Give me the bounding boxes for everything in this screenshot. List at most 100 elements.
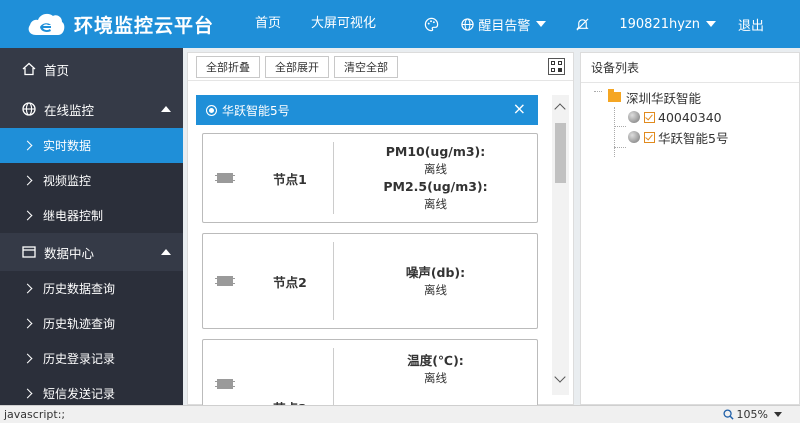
mute-bell-icon[interactable] (557, 17, 608, 32)
nav-big-screen[interactable]: 大屏可视化 (296, 0, 391, 48)
tree-root[interactable]: 深圳华跃智能 (581, 87, 799, 107)
device-tree: 深圳华跃智能 40040340 华跃智能5号 (581, 83, 799, 157)
sidebar-item-label: 历史轨迹查询 (43, 317, 116, 331)
app-root: 环境监控云平台 首页 大屏可视化 醒目告警 190821hyzn 退出 首页 在… (0, 0, 800, 423)
sidebar-item-label: 首页 (44, 62, 70, 78)
sidebar-item-label: 历史登录记录 (43, 352, 116, 366)
metric-value: 离线 (424, 282, 447, 297)
sidebar-item-video-monitor[interactable]: 视频监控 (0, 163, 183, 198)
device-header[interactable]: 华跃智能5号 × (196, 95, 538, 125)
node-name: 节点2 (273, 274, 307, 290)
theme-palette-icon[interactable] (413, 17, 450, 32)
user-menu[interactable]: 190821hyzn (608, 17, 727, 32)
metric-label: PM10(ug/m3): (385, 144, 486, 159)
chevron-up-icon[interactable] (554, 103, 566, 115)
expand-all-button[interactable]: 全部展开 (265, 55, 329, 78)
sidebar-item-label: 视频监控 (43, 174, 92, 188)
sidebar-group-online-monitor[interactable]: 在线监控 (0, 90, 183, 128)
top-nav: 首页 大屏可视化 (240, 0, 391, 48)
chevron-up-icon (161, 249, 171, 255)
sidebar-group-label: 在线监控 (44, 102, 95, 118)
logout-link[interactable]: 退出 (727, 15, 800, 34)
device-list-title: 设备列表 (581, 53, 799, 83)
clear-all-button[interactable]: 清空全部 (334, 55, 398, 78)
sidebar-item-label: 继电器控制 (43, 209, 104, 223)
chevron-up-icon (161, 106, 171, 112)
chevron-right-icon (22, 283, 33, 294)
nav-home[interactable]: 首页 (240, 0, 296, 48)
tree-node[interactable]: 华跃智能5号 (581, 127, 799, 147)
browser-status-bar: javascript:; 105% (0, 405, 800, 423)
device-status-icon (628, 131, 640, 143)
sidebar: 首页 在线监控 实时数据 视频监控 继电器控制 数据中心 历史数据查询 历史轨迹… (0, 48, 183, 405)
top-right-tools: 醒目告警 190821hyzn 退出 (413, 0, 800, 48)
device-list-panel: 设备列表 深圳华跃智能 40040340 华跃智能5号 (580, 52, 800, 405)
top-header: 环境监控云平台 首页 大屏可视化 醒目告警 190821hyzn 退出 (0, 0, 800, 48)
node-card: 节点1 PM10(ug/m3): 离线 PM2.5(ug/m3): 离线 (202, 133, 538, 223)
folder-icon (608, 89, 621, 102)
sidebar-item-realtime-data[interactable]: 实时数据 (0, 128, 183, 163)
scrollbar-thumb[interactable] (555, 123, 566, 183)
cloud-logo-icon (26, 11, 66, 37)
sidebar-item-history-login[interactable]: 历史登录记录 (0, 341, 183, 376)
chevron-down-icon (774, 412, 782, 417)
chip-icon (215, 173, 235, 183)
realtime-panel: 全部折叠 全部展开 清空全部 华跃智能5号 × 节点1 PM10(ug/m3):… (187, 52, 574, 405)
metric-value: 离线 (424, 197, 447, 211)
chevron-down-icon (536, 21, 547, 27)
sidebar-group-data-center[interactable]: 数据中心 (0, 233, 183, 271)
device-name: 华跃智能5号 (222, 103, 290, 118)
globe-icon (461, 17, 475, 31)
chevron-right-icon (22, 388, 33, 399)
sidebar-item-label: 历史数据查询 (43, 282, 116, 296)
chevron-down-icon (705, 21, 716, 27)
tree-node-label: 40040340 (658, 109, 722, 125)
sidebar-item-home[interactable]: 首页 (0, 48, 183, 90)
home-icon (22, 62, 36, 76)
sidebar-item-history-track[interactable]: 历史轨迹查询 (0, 306, 183, 341)
window-icon (22, 245, 36, 259)
chevron-right-icon (22, 210, 33, 221)
sidebar-item-label: 短信发送记录 (43, 387, 116, 401)
sidebar-item-label: 实时数据 (43, 139, 92, 153)
scrollbar[interactable] (552, 95, 569, 395)
chevron-right-icon (22, 353, 33, 364)
device-status-icon (628, 111, 640, 123)
zoom-control[interactable]: 105% (723, 408, 782, 421)
chip-icon (215, 276, 235, 286)
globe-icon (22, 102, 36, 116)
username: 190821hyzn (619, 16, 700, 32)
zoom-icon (723, 409, 734, 420)
close-icon[interactable]: × (513, 101, 526, 117)
node-card: 节点2 噪声(db): 离线 (202, 233, 538, 329)
grid-layout-icon[interactable] (548, 58, 565, 75)
alarm-label: 醒目告警 (478, 18, 531, 34)
brand[interactable]: 环境监控云平台 (0, 11, 240, 38)
status-text: javascript:; (4, 408, 66, 421)
node-card: 节点3 温度(℃): 离线 (202, 339, 538, 405)
sidebar-item-sms-records[interactable]: 短信发送记录 (0, 376, 183, 405)
checkbox-icon[interactable] (644, 111, 655, 123)
metric-value: 离线 (424, 162, 447, 176)
chevron-right-icon (22, 318, 33, 329)
chevron-right-icon (22, 175, 33, 186)
tree-node[interactable]: 40040340 (581, 107, 799, 127)
checkbox-icon[interactable] (644, 131, 655, 143)
chevron-right-icon (22, 140, 33, 151)
node-name: 节点3 (247, 340, 333, 406)
metric-label: 温度(℃): (407, 353, 464, 368)
chevron-down-icon[interactable] (554, 371, 566, 383)
app-title: 环境监控云平台 (74, 14, 215, 37)
sidebar-group-label: 数据中心 (44, 245, 95, 261)
sidebar-item-history-data[interactable]: 历史数据查询 (0, 271, 183, 306)
alarm-dropdown[interactable]: 醒目告警 (450, 15, 557, 34)
tree-node-label: 华跃智能5号 (658, 130, 729, 146)
node-name: 节点1 (273, 171, 307, 187)
chip-icon (215, 379, 235, 389)
tree-root-label: 深圳华跃智能 (626, 90, 702, 106)
collapse-all-button[interactable]: 全部折叠 (196, 55, 260, 78)
zoom-level: 105% (736, 408, 768, 421)
sidebar-item-relay-control[interactable]: 继电器控制 (0, 198, 183, 233)
metric-label: PM2.5(ug/m3): (383, 179, 488, 194)
metric-label: 噪声(db): (405, 264, 466, 280)
